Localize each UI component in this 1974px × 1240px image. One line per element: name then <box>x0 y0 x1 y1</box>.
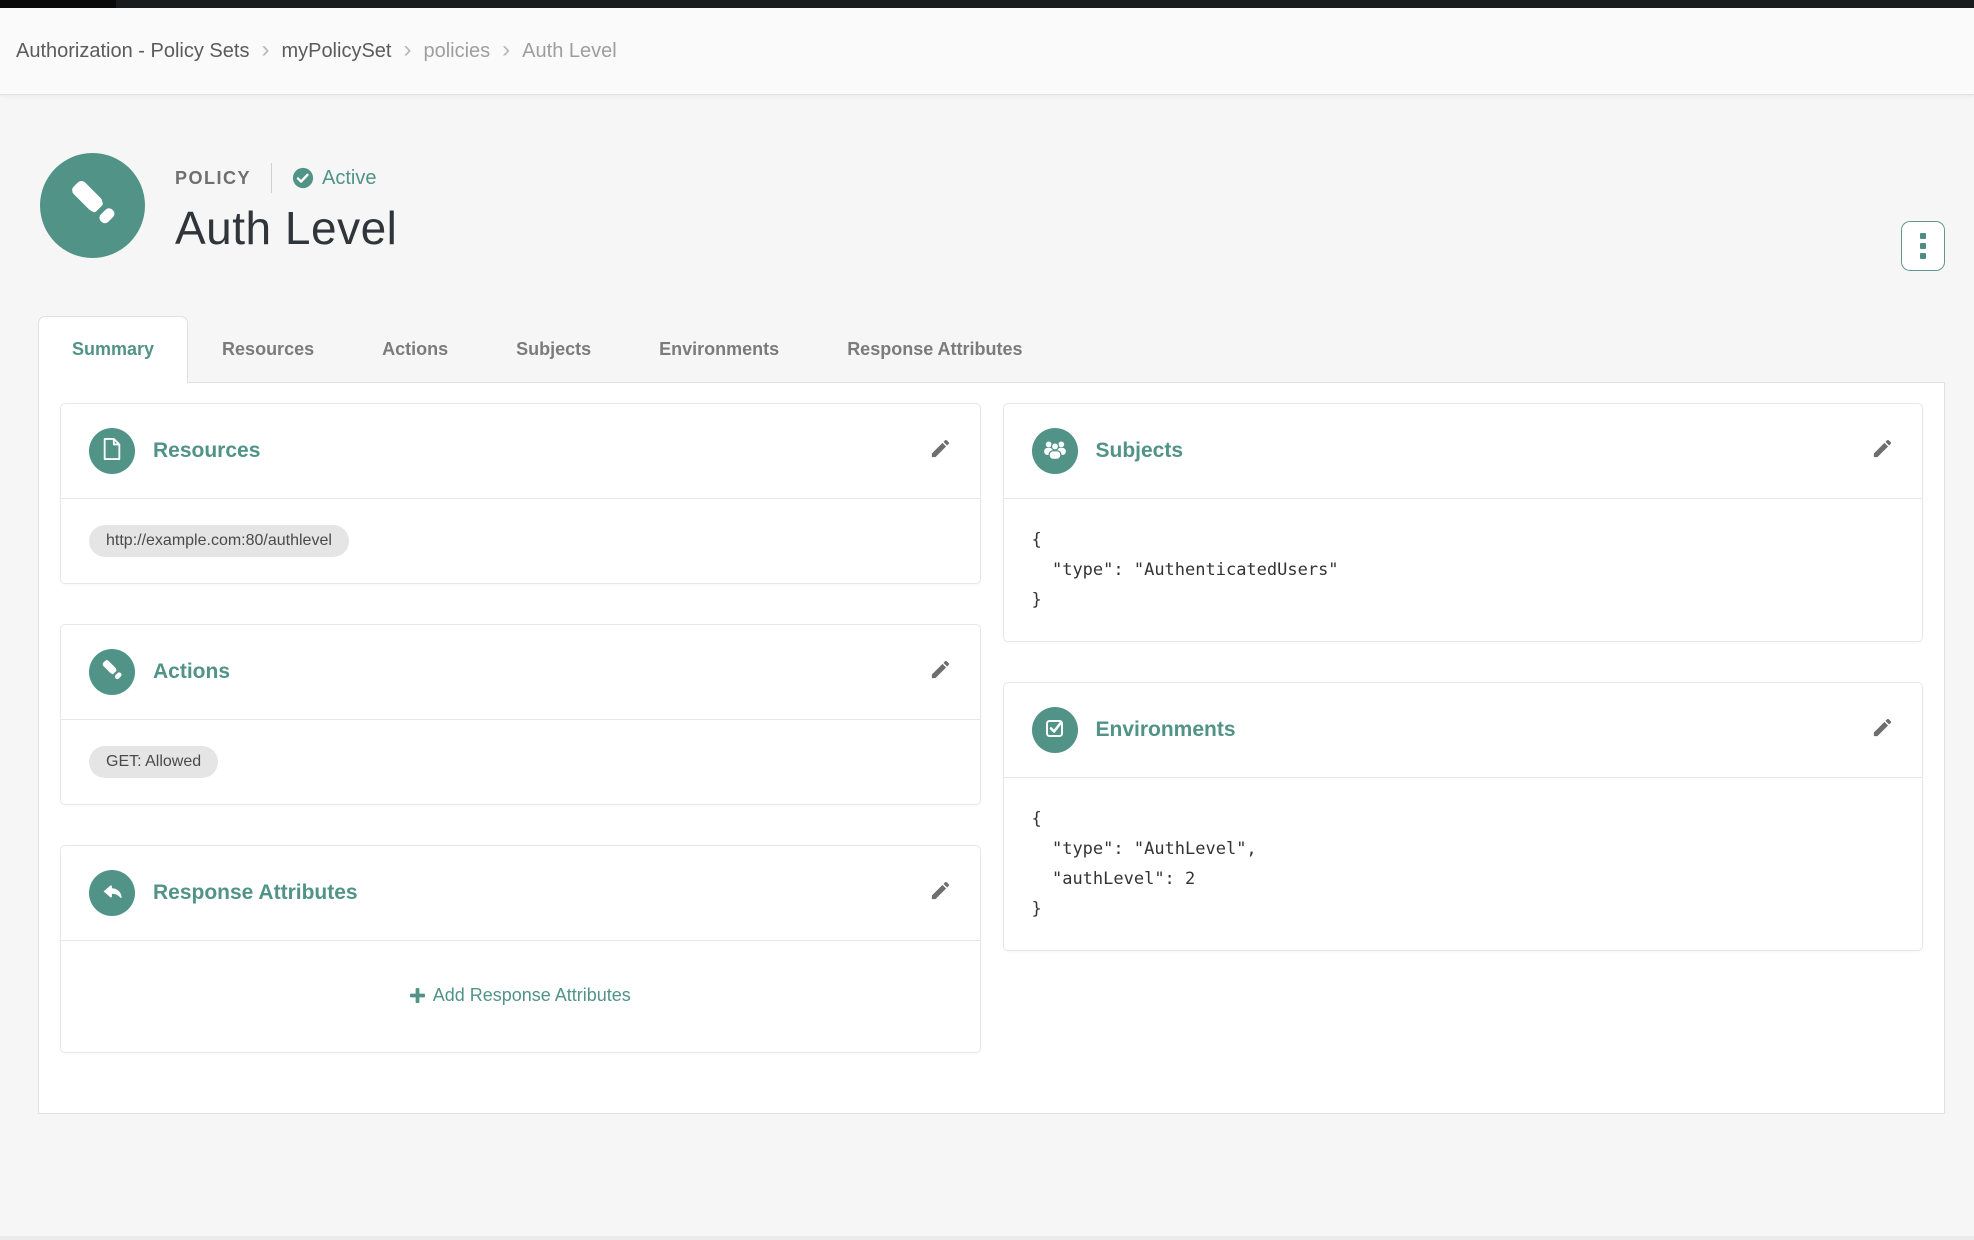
subjects-card-avatar <box>1032 428 1078 474</box>
pencil-icon <box>929 879 952 907</box>
check-square-icon <box>1043 716 1067 745</box>
plus-icon <box>410 988 425 1003</box>
breadcrumb-policies[interactable]: policies <box>423 40 490 63</box>
more-actions-button[interactable] <box>1901 221 1945 271</box>
tab-actions[interactable]: Actions <box>348 316 482 382</box>
environments-card-avatar <box>1032 707 1078 753</box>
edit-resources-button[interactable] <box>929 437 952 465</box>
tab-resources[interactable]: Resources <box>188 316 348 382</box>
breadcrumb-separator-icon: › <box>490 36 522 64</box>
breadcrumb-policy-sets[interactable]: Authorization - Policy Sets <box>16 40 249 63</box>
meta-divider <box>271 163 272 193</box>
pencil-icon <box>929 437 952 465</box>
users-icon <box>1042 437 1068 466</box>
pencil-icon <box>1871 437 1894 465</box>
top-system-bar <box>0 0 1974 8</box>
breadcrumb-current: Auth Level <box>522 40 617 63</box>
policy-avatar <box>40 153 145 258</box>
resource-pill: http://example.com:80/authlevel <box>89 525 349 557</box>
policy-tabs: Summary Resources Actions Subjects Envir… <box>38 316 1945 382</box>
breadcrumb-separator-icon: › <box>249 36 281 64</box>
breadcrumb: Authorization - Policy Sets › myPolicySe… <box>0 8 1974 95</box>
edit-actions-button[interactable] <box>929 658 952 686</box>
page-title: Auth Level <box>175 201 397 255</box>
check-circle-icon <box>292 167 314 189</box>
subjects-card-title: Subjects <box>1096 439 1184 463</box>
breadcrumb-policy-set[interactable]: myPolicySet <box>281 40 391 63</box>
resources-card-title: Resources <box>153 439 260 463</box>
top-system-bar-segment <box>0 0 116 8</box>
response-attributes-card-title: Response Attributes <box>153 881 358 905</box>
status-label: Active <box>322 167 376 190</box>
action-pill: GET: Allowed <box>89 746 218 778</box>
response-attributes-card: Response Attributes <box>60 845 981 1053</box>
policy-type-label: POLICY <box>175 168 251 189</box>
edit-environments-button[interactable] <box>1871 716 1894 744</box>
subjects-json: { "type": "AuthenticatedUsers" } <box>1032 525 1895 615</box>
edit-response-attributes-button[interactable] <box>929 879 952 907</box>
gavel-icon <box>64 174 122 237</box>
add-response-attributes-button[interactable]: Add Response Attributes <box>410 985 631 1006</box>
bottom-edge <box>0 1236 1974 1240</box>
environments-json: { "type": "AuthLevel", "authLevel": 2 } <box>1032 804 1895 924</box>
policy-header: POLICY Active Auth Level <box>38 153 1945 258</box>
resources-card: Resources http://example.com:80/authleve… <box>60 403 981 584</box>
pencil-icon <box>1871 716 1894 744</box>
file-icon <box>101 437 123 466</box>
tab-environments[interactable]: Environments <box>625 316 813 382</box>
actions-card-avatar <box>89 649 135 695</box>
resources-card-avatar <box>89 428 135 474</box>
tab-response-attributes[interactable]: Response Attributes <box>813 316 1056 382</box>
summary-panel: Resources http://example.com:80/authleve… <box>38 382 1945 1114</box>
actions-card-title: Actions <box>153 660 230 684</box>
environments-card-title: Environments <box>1096 718 1236 742</box>
tab-subjects[interactable]: Subjects <box>482 316 625 382</box>
reply-arrow-icon <box>100 879 124 908</box>
edit-subjects-button[interactable] <box>1871 437 1894 465</box>
subjects-card: Subjects { "type": "AuthenticatedUsers" … <box>1003 403 1924 642</box>
kebab-menu-icon <box>1920 233 1926 239</box>
gavel-icon <box>99 657 125 688</box>
actions-card: Actions GET: Allowed <box>60 624 981 805</box>
tab-summary[interactable]: Summary <box>38 316 188 383</box>
environments-card: Environments { "type": "AuthLevel", "aut… <box>1003 682 1924 951</box>
pencil-icon <box>929 658 952 686</box>
response-attributes-card-avatar <box>89 870 135 916</box>
add-response-attributes-label: Add Response Attributes <box>433 985 631 1006</box>
breadcrumb-separator-icon: › <box>391 36 423 64</box>
status-badge: Active <box>292 167 376 190</box>
